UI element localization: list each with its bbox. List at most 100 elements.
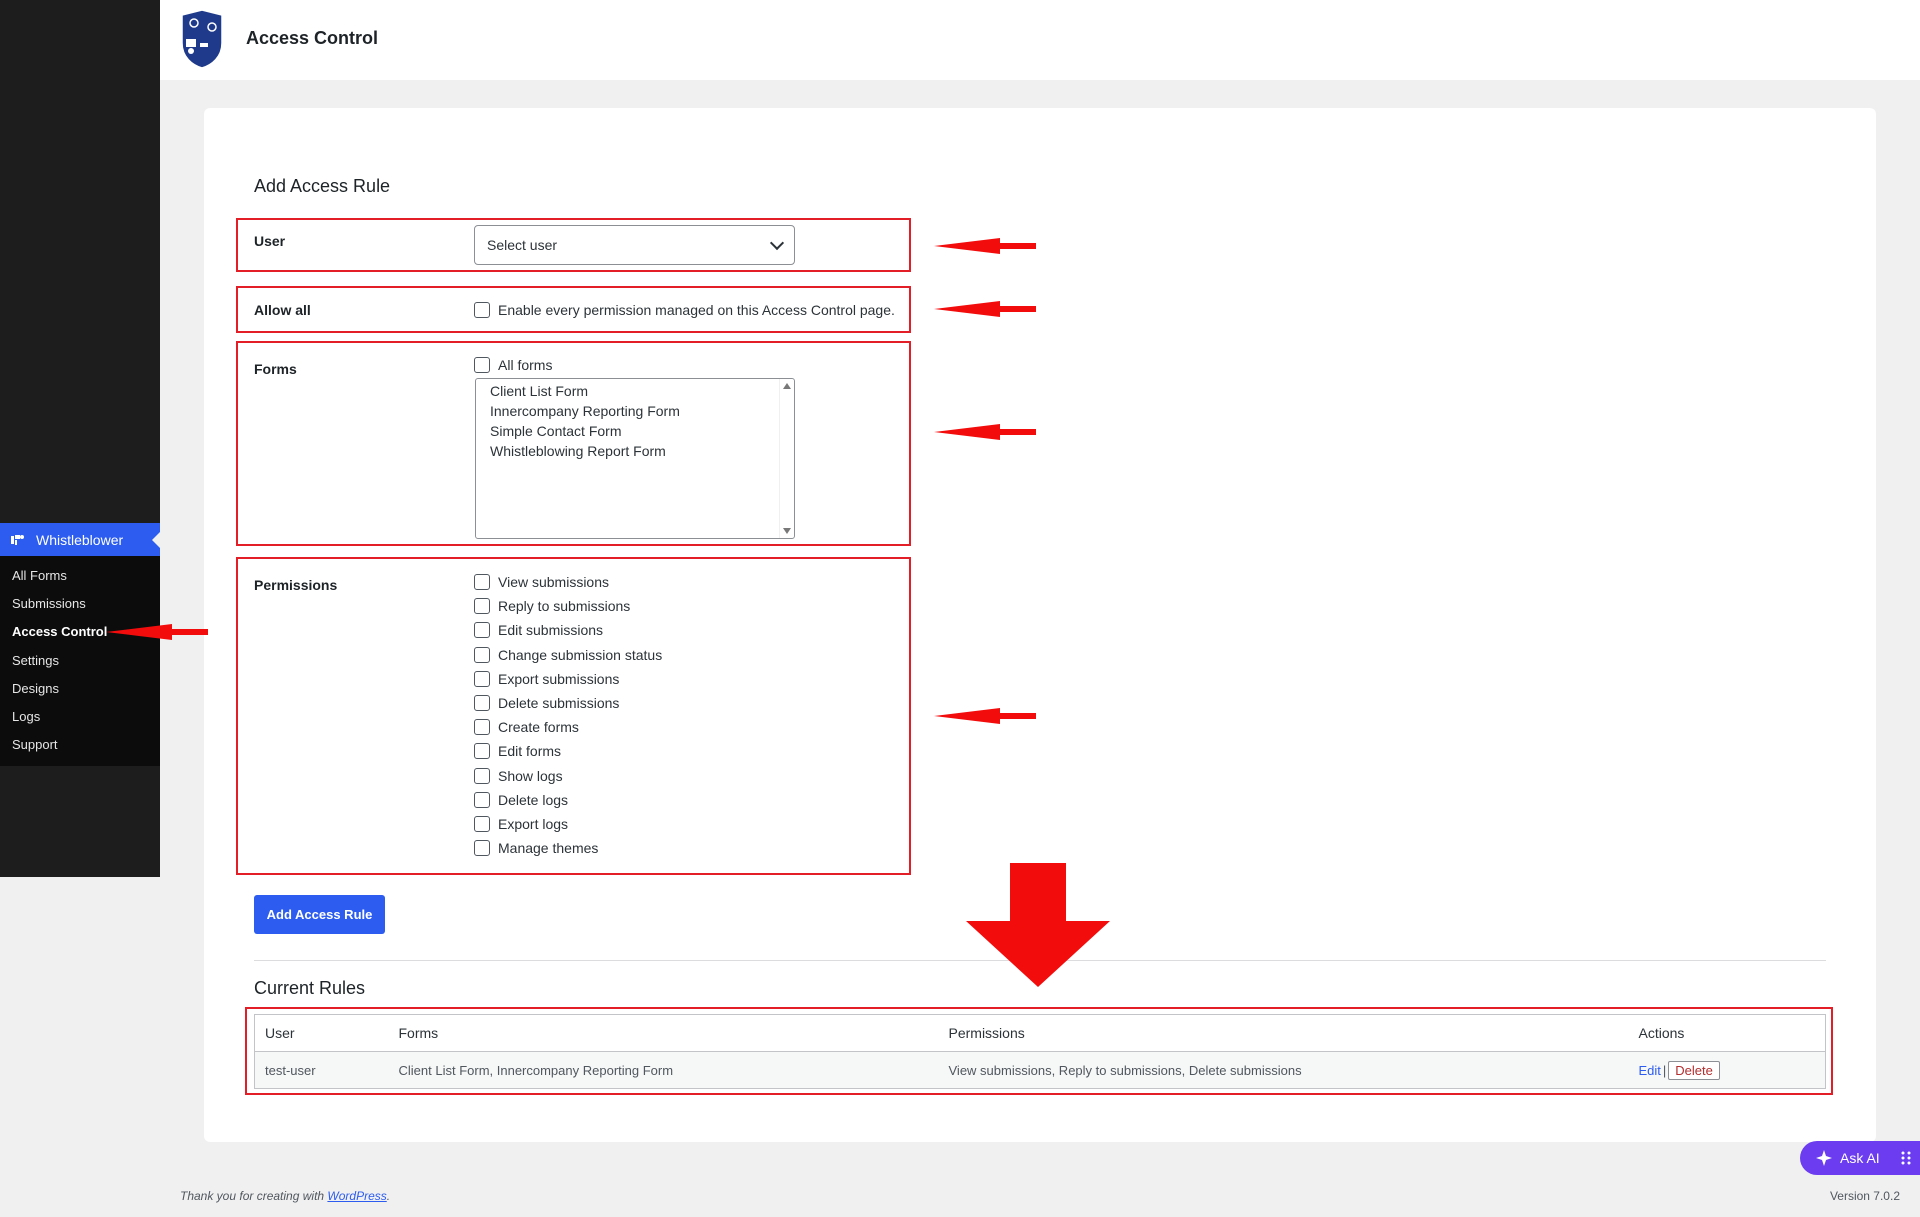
permission-option[interactable]: View submissions [474,570,662,594]
wordpress-link[interactable]: WordPress [327,1189,386,1203]
column-header-permissions: Permissions [938,1014,1629,1052]
permission-label: Manage themes [498,840,599,857]
current-menu-notch [152,532,160,548]
allow-all-text: Enable every permission managed on this … [498,302,895,318]
form-option[interactable]: Whistleblowing Report Form [476,441,794,461]
submenu-designs[interactable]: Designs [0,675,160,703]
permission-label: Show logs [498,767,563,784]
permission-option[interactable]: Change submission status [474,643,662,667]
all-forms-checkbox[interactable] [474,357,490,373]
annotation-arrow-left-icon [934,301,1036,317]
form-option[interactable]: Simple Contact Form [476,421,794,441]
submenu-settings[interactable]: Settings [0,647,160,675]
user-select-value: Select user [487,237,558,253]
action-separator: | [1662,1062,1667,1078]
permission-option[interactable]: Create forms [474,715,662,739]
listbox-scrollbar[interactable] [779,379,794,538]
page-header: Access Control [160,0,1920,80]
column-header-user: User [254,1014,389,1052]
permission-label: Change submission status [498,646,663,663]
rule-permissions: View submissions, Reply to submissions, … [938,1051,1629,1089]
allow-all-checkbox[interactable] [474,302,490,318]
chevron-down-icon [769,235,785,250]
rule-forms: Client List Form, Innercompany Reporting… [388,1051,939,1089]
permission-checkbox[interactable] [474,815,490,832]
permission-checkbox[interactable] [474,743,490,760]
submenu-all-forms[interactable]: All Forms [0,562,160,590]
column-header-forms: Forms [388,1014,939,1052]
whistleblower-logo-icon [181,9,223,69]
page-title: Access Control [246,28,379,48]
permission-checkbox[interactable] [474,670,490,687]
add-access-rule-button[interactable]: Add Access Rule [254,895,385,934]
footer-version: Version 7.0.2 [1829,1189,1900,1203]
ask-ai-button[interactable]: Ask AI [1800,1141,1920,1175]
form-option[interactable]: Client List Form [476,381,794,401]
permission-label: Delete logs [498,791,569,808]
all-forms-option[interactable]: All forms [474,357,552,373]
permission-label: Edit forms [498,743,562,760]
menu-whistleblower[interactable]: Whistleblower [0,523,160,556]
column-header-actions: Actions [1628,1014,1826,1052]
table-row: test-user Client List Form, Innercompany… [254,1051,1826,1089]
footer-thanks-suffix: . [386,1189,391,1203]
permissions-label: Permissions [254,577,338,593]
user-select[interactable]: Select user [474,225,795,265]
annotation-arrow-left-icon [934,424,1036,440]
permission-option[interactable]: Export logs [474,812,662,836]
rules-table: User Forms Permissions Actions test-user… [254,1014,1826,1089]
permission-checkbox[interactable] [474,646,490,663]
form-option[interactable]: Innercompany Reporting Form [476,401,794,421]
permission-checkbox[interactable] [474,574,490,591]
permission-option[interactable]: Delete submissions [474,691,662,715]
scroll-down-icon[interactable] [783,528,791,534]
permission-label: Create forms [498,719,579,736]
permission-checkbox[interactable] [474,598,490,615]
submenu-support[interactable]: Support [0,731,160,759]
submenu-logs[interactable]: Logs [0,703,160,731]
annotation-arrow-down-icon [966,863,1110,987]
permission-option[interactable]: Delete logs [474,788,662,812]
drag-handle-icon[interactable] [1900,1150,1912,1166]
permission-option[interactable]: Edit forms [474,739,662,763]
whistleblower-icon [11,534,24,545]
permission-label: Edit submissions [498,622,604,639]
permission-label: Delete submissions [498,695,620,712]
forms-multiselect[interactable]: Client List Form Innercompany Reporting … [475,378,795,539]
rule-actions: Edit | Delete [1628,1051,1826,1089]
ask-ai-label: Ask AI [1840,1150,1880,1166]
permission-label: Export logs [498,815,569,832]
annotation-arrow-left-icon [106,624,208,640]
menu-whistleblower-label: Whistleblower [36,531,124,548]
permission-checkbox[interactable] [474,791,490,808]
permission-label: Export submissions [498,670,620,687]
scroll-up-icon[interactable] [783,383,791,389]
rule-user: test-user [254,1051,389,1089]
permission-option[interactable]: Edit submissions [474,618,662,642]
permission-option[interactable]: Export submissions [474,667,662,691]
permission-checkbox[interactable] [474,622,490,639]
all-forms-text: All forms [498,357,553,373]
footer-thanks-prefix: Thank you for creating with [180,1189,328,1203]
permissions-list: View submissions Reply to submissions Ed… [474,570,662,860]
permission-option[interactable]: Show logs [474,764,662,788]
forms-label: Forms [254,361,297,377]
footer-thanks: Thank you for creating with WordPress. [180,1189,390,1203]
allow-all-option[interactable]: Enable every permission managed on this … [474,302,895,318]
submenu-submissions[interactable]: Submissions [0,590,160,618]
edit-rule-link[interactable]: Edit [1639,1063,1661,1078]
allow-all-label: Allow all [254,302,311,318]
permission-option[interactable]: Reply to submissions [474,594,662,618]
annotation-arrow-left-icon [934,238,1036,254]
permission-label: View submissions [498,574,610,591]
whistleblower-submenu: All Forms Submissions Access Control Set… [0,556,160,766]
sparkle-icon [1816,1150,1832,1166]
permission-checkbox[interactable] [474,840,490,857]
permission-checkbox[interactable] [474,767,490,784]
permission-option[interactable]: Manage themes [474,836,662,860]
table-header-row: User Forms Permissions Actions [254,1014,1826,1052]
delete-rule-button[interactable]: Delete [1668,1060,1720,1080]
permission-checkbox[interactable] [474,695,490,712]
permission-checkbox[interactable] [474,719,490,736]
user-label: User [254,233,286,249]
